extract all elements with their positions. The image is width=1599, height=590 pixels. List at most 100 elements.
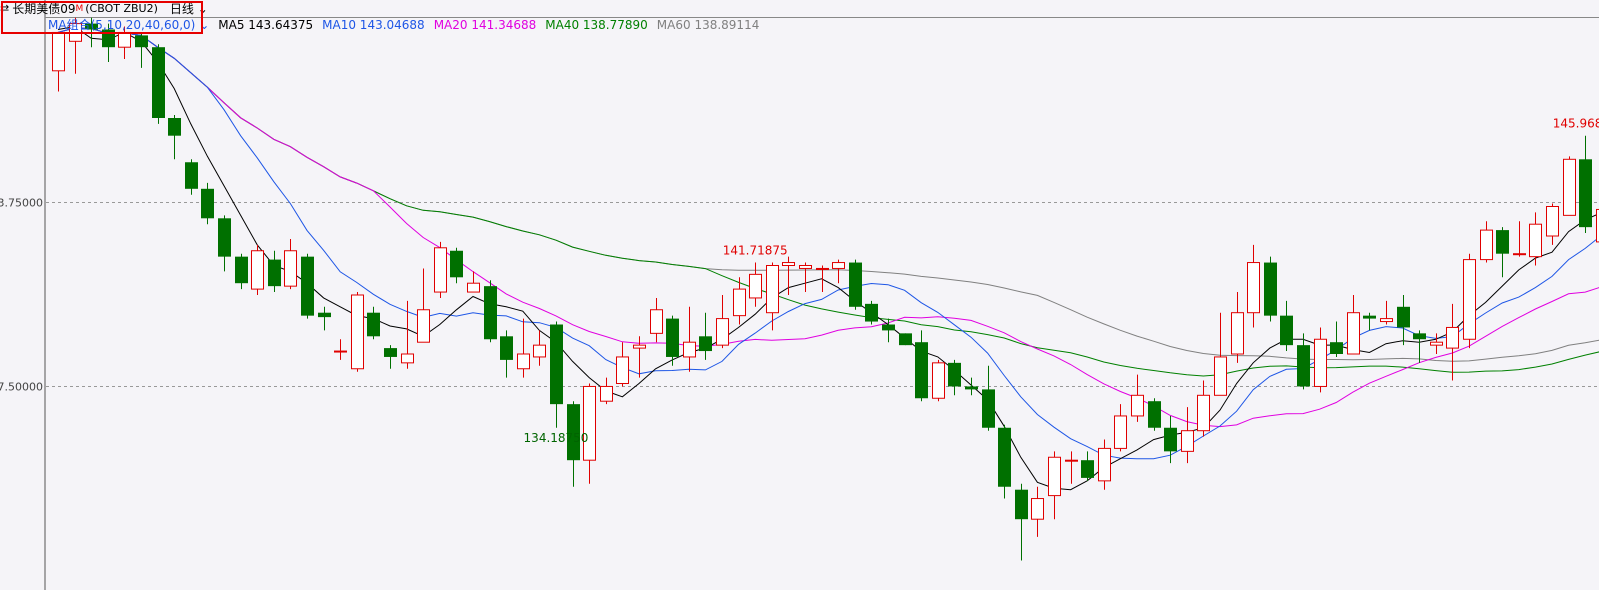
period-selector[interactable]: 日线 ⌄ [170, 0, 208, 17]
candle-body [401, 353, 414, 364]
candle-body [982, 389, 995, 428]
candle-body [683, 341, 696, 358]
candle [168, 115, 181, 160]
instrument-header: ⇄ 长期美债09 M (CBOT ZBU2) 日线 ⌄ [0, 0, 208, 17]
candle-body [52, 31, 65, 72]
candle-body [533, 344, 546, 358]
candle [683, 306, 696, 372]
candle [533, 330, 546, 366]
candle [1347, 295, 1360, 355]
chevron-down-icon: ⌄ [199, 18, 210, 32]
candle [832, 259, 845, 284]
chart-grid: 143.75000 137.50000 [0, 0, 1599, 590]
candle-body [1463, 259, 1476, 340]
candle [135, 32, 148, 68]
candle [932, 359, 945, 402]
candle [948, 359, 961, 396]
candle [799, 262, 812, 293]
candle [318, 306, 331, 331]
candle [1048, 451, 1061, 520]
candle-body [1546, 206, 1559, 237]
ma20-line [57, 27, 1599, 428]
candle-body [185, 162, 198, 189]
candle [1231, 292, 1244, 363]
candle [749, 262, 762, 307]
candle-body [1148, 401, 1161, 428]
candle-body [1413, 333, 1426, 340]
candle-body [882, 324, 895, 331]
candlestick-chart[interactable]: 143.75000 137.50000 145.96875 141.71875 134… [0, 0, 1599, 590]
candle-body [915, 342, 928, 399]
candle-body [1231, 312, 1244, 355]
candle [1280, 300, 1293, 352]
candle [1314, 327, 1327, 393]
candle-body [351, 294, 364, 370]
candle-body [1048, 456, 1061, 497]
candle [351, 292, 364, 372]
candle [268, 250, 281, 293]
candle-body [284, 250, 297, 287]
candle-body [600, 385, 613, 402]
candle-body [1480, 229, 1493, 261]
candle-body [899, 333, 912, 346]
candle-body [799, 265, 812, 269]
candle-body [1297, 345, 1310, 387]
ma-selector[interactable]: MA组合(5,10,20,40,60,0) ⌄ [0, 16, 209, 33]
candle [1031, 486, 1044, 537]
period-label: 日线 [169, 2, 194, 16]
candle [1546, 203, 1559, 245]
candle [965, 377, 978, 396]
candle-body [1330, 342, 1343, 354]
candle [1297, 333, 1310, 390]
candle-body [517, 353, 530, 370]
candle [1131, 374, 1144, 422]
candle-body [1280, 315, 1293, 346]
candle-body [235, 256, 248, 284]
candle-body [1314, 338, 1327, 387]
ma40-value: MA40 138.77890 [545, 17, 648, 32]
candle [849, 259, 862, 310]
candle-body [1131, 394, 1144, 417]
candle-body [1264, 262, 1277, 316]
candle-body [500, 336, 513, 360]
candle [201, 182, 214, 225]
candle [1264, 256, 1277, 322]
candle-body [1397, 306, 1410, 328]
candle-body [1197, 394, 1210, 432]
candle-body [650, 309, 663, 334]
candle [982, 365, 995, 431]
candle [1413, 330, 1426, 363]
candle [434, 241, 447, 298]
candle [1463, 253, 1476, 349]
candle [915, 330, 928, 402]
candle [417, 268, 430, 343]
candle [1380, 300, 1393, 325]
candle-body [1380, 318, 1393, 323]
switch-icon[interactable]: ⇄ [0, 2, 9, 15]
instrument-name[interactable]: 长期美债09 [12, 0, 75, 17]
candle [1148, 398, 1161, 431]
price-annotation: 145.96875 [1553, 117, 1599, 131]
candle [301, 253, 314, 319]
candle-body [865, 303, 878, 322]
candle-body [583, 385, 596, 461]
candle-body [251, 250, 264, 290]
candle [367, 306, 380, 340]
candle [1480, 221, 1493, 263]
candle-body [168, 118, 181, 136]
candle-body [1015, 489, 1028, 520]
candle [1065, 451, 1078, 484]
price-annotation: 141.71875 [723, 244, 788, 258]
candle [1015, 483, 1028, 561]
ma60-value: MA60 138.89114 [656, 17, 760, 32]
ma20-value: MA20 141.34688 [433, 17, 537, 32]
candle-body [998, 427, 1011, 487]
candle [218, 215, 231, 272]
candle [1181, 407, 1194, 464]
candle-body [1181, 430, 1194, 452]
ma-selector-label: MA组合(5,10,20,40,60,0) [48, 18, 196, 32]
instrument-sup: M [75, 3, 84, 14]
candle [1330, 321, 1343, 357]
candle-body [699, 336, 712, 352]
candle [1214, 312, 1227, 396]
